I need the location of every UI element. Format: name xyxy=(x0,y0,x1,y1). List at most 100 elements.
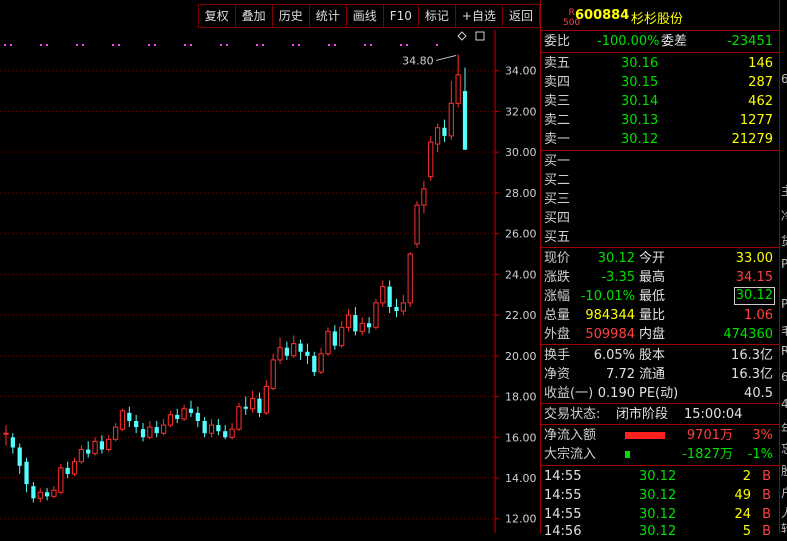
y-tick-label: 26.00 xyxy=(505,228,537,241)
fuquan-button[interactable]: 复权 xyxy=(197,4,235,28)
high-arrow xyxy=(436,54,457,61)
right-edge-glyph: 6 xyxy=(781,72,787,86)
event-marker xyxy=(4,44,6,46)
candle-body xyxy=(263,385,269,414)
bid-row[interactable]: 买三 xyxy=(541,190,777,209)
draw-line-button[interactable]: 画线 xyxy=(345,4,383,28)
y-tick-label: 28.00 xyxy=(505,187,537,200)
ask-label: 卖四 xyxy=(544,75,571,90)
tick-row[interactable]: 14:55 30.12 49 B xyxy=(541,486,777,505)
y-tick-label: 12.00 xyxy=(505,513,537,526)
trade-status-label: 交易状态: xyxy=(544,407,601,422)
candle-body xyxy=(318,353,324,373)
flow-percent: 3% xyxy=(752,428,773,443)
mark-button[interactable]: 标记 xyxy=(417,4,455,28)
candle-body xyxy=(442,127,447,136)
event-marker xyxy=(112,44,114,46)
candle-body xyxy=(175,414,180,419)
candle-body xyxy=(71,461,78,475)
candle-body xyxy=(17,447,22,466)
flow-bar xyxy=(625,451,630,458)
y-tick-label: 34.00 xyxy=(505,65,537,78)
event-marker xyxy=(154,44,156,46)
bid-row[interactable]: 买四 xyxy=(541,209,777,228)
bid-row[interactable]: 买五 xyxy=(541,228,777,247)
tick-side: B xyxy=(762,469,771,484)
ask-price: 30.13 xyxy=(621,113,659,128)
right-edge-glyph: 转 xyxy=(781,520,787,533)
right-edge-glyph: P xyxy=(781,257,787,271)
event-marker xyxy=(220,44,222,46)
candle-body xyxy=(380,286,386,304)
tick-row[interactable]: 14:55 30.12 2 B xyxy=(541,467,777,486)
candle-body xyxy=(208,424,215,434)
quote-label: 今开 xyxy=(639,251,666,266)
event-marker xyxy=(190,44,192,46)
ask-row[interactable]: 卖三 30.14 462 xyxy=(541,92,777,111)
fundamental-value: 16.3亿 xyxy=(731,348,773,363)
tick-time: 14:55 xyxy=(544,469,582,484)
fundamental-value: 6.05% xyxy=(593,348,635,363)
fundamental-value: 40.5 xyxy=(744,386,773,401)
stock-header: R 500 600884 杉杉股份 xyxy=(541,0,779,31)
add-watchlist-button[interactable]: +自选 xyxy=(454,4,502,28)
candle-body xyxy=(462,91,468,150)
quote-value: 1.06 xyxy=(744,308,773,323)
event-marker xyxy=(400,44,402,46)
quote-value: 509984 xyxy=(585,327,635,342)
event-marker xyxy=(334,44,336,46)
candle-body xyxy=(414,204,420,245)
tick-side: B xyxy=(762,524,771,539)
quote-label: 总量 xyxy=(544,308,571,323)
bid-row[interactable]: 买二 xyxy=(541,171,777,190)
weibi-row: 委比 -100.00% 委差 -23451 xyxy=(541,32,777,51)
f10-button[interactable]: F10 xyxy=(382,4,418,28)
right-edge-glyph: 6 xyxy=(781,370,787,384)
candle-body xyxy=(257,398,262,413)
right-edge-glyph: 户 xyxy=(781,484,787,501)
candle-body xyxy=(359,322,365,332)
history-button[interactable]: 历史 xyxy=(271,4,309,28)
ask-label: 卖三 xyxy=(544,94,571,109)
event-marker xyxy=(298,44,300,46)
ask-price: 30.16 xyxy=(621,56,659,71)
ask-row[interactable]: 卖二 30.13 1277 xyxy=(541,111,777,130)
quote-value: 474360 xyxy=(723,327,773,342)
right-edge-glyph: P xyxy=(781,297,787,311)
candle-body xyxy=(216,425,221,432)
right-edge-glyph: R xyxy=(781,344,787,358)
candle-body xyxy=(160,424,167,434)
event-marker xyxy=(370,44,372,46)
back-button[interactable]: 返回 xyxy=(501,4,540,28)
high-price-label: 34.80 xyxy=(402,54,434,67)
ask-row[interactable]: 卖一 30.12 21279 xyxy=(541,130,777,149)
bid-label: 买五 xyxy=(544,230,571,245)
trade-status-row: 交易状态: 闭市阶段 15:00:04 xyxy=(541,405,777,424)
quote-label: 最低 xyxy=(639,289,666,304)
kline-chart[interactable]: 12.00 14.00 16.00 18.00 20.00 22.00 24.00 26.00… xyxy=(0,0,540,533)
candle-body xyxy=(154,427,159,434)
statistics-button[interactable]: 统计 xyxy=(308,4,346,28)
candle-body xyxy=(223,431,228,438)
candle-body xyxy=(284,347,290,356)
tick-row[interactable]: 14:56 30.12 5 B xyxy=(541,522,777,541)
quote-row: 现价 30.12 今开 33.00 xyxy=(541,249,777,268)
event-marker xyxy=(148,44,150,46)
trade-status-value: 闭市阶段 xyxy=(616,407,669,422)
bid-row[interactable]: 买一 xyxy=(541,152,777,171)
overlay-button[interactable]: 叠加 xyxy=(234,4,272,28)
tick-time: 14:55 xyxy=(544,488,582,503)
candle-body xyxy=(421,188,427,206)
tick-time: 14:56 xyxy=(544,524,582,539)
candle-body xyxy=(78,449,84,463)
ask-row[interactable]: 卖五 30.16 146 xyxy=(541,54,777,73)
quote-value: -3.35 xyxy=(601,270,635,285)
ask-price: 30.14 xyxy=(621,94,659,109)
y-tick-label: 32.00 xyxy=(505,105,537,118)
weibi-label: 委比 xyxy=(544,34,571,49)
ask-volume: 146 xyxy=(748,56,773,71)
quote-label: 内盘 xyxy=(639,327,666,342)
ask-row[interactable]: 卖四 30.15 287 xyxy=(541,73,777,92)
quote-value: -10.01% xyxy=(580,289,635,304)
quote-value: 34.15 xyxy=(735,270,773,285)
